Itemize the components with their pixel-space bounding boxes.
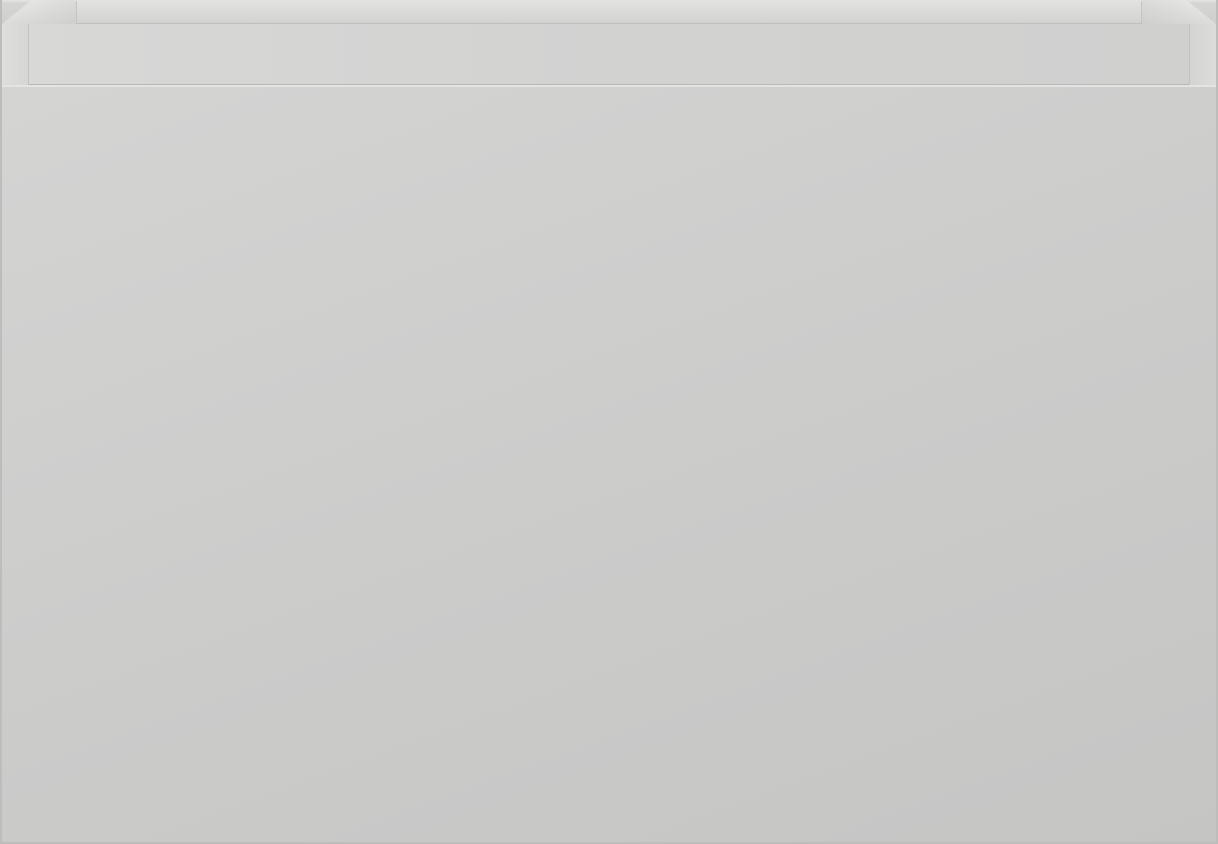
drawer-cabinet bbox=[0, 0, 1218, 844]
cabinet-left-side bbox=[2, 24, 29, 85]
product-image bbox=[0, 0, 1218, 844]
cabinet-upper-band bbox=[2, 24, 1216, 85]
cabinet-right-side bbox=[1189, 24, 1216, 85]
drawer-front-panel bbox=[2, 85, 1216, 842]
cabinet-inner-back-wall bbox=[76, 1, 1142, 23]
